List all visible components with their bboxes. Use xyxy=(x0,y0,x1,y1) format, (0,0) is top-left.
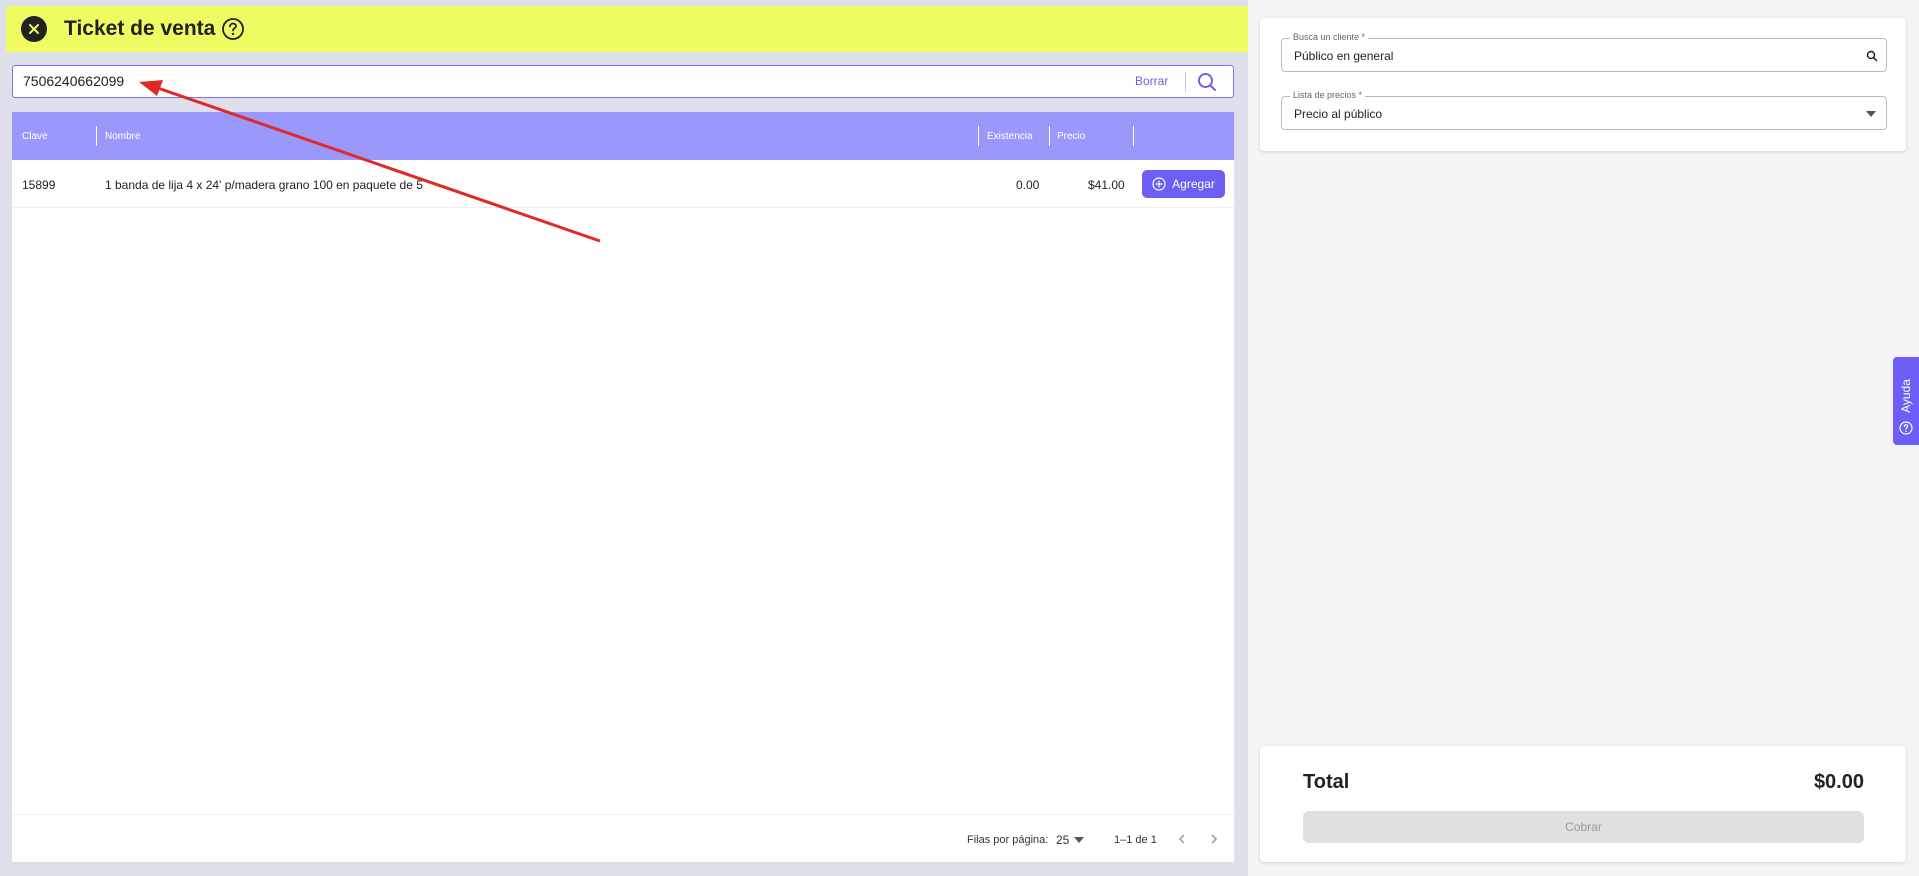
chevron-down-icon[interactable] xyxy=(1866,111,1876,117)
charge-button[interactable]: Cobrar xyxy=(1303,811,1864,843)
customer-form: Busca un cliente * Público en general Li… xyxy=(1260,18,1906,151)
plus-circle-icon xyxy=(1152,177,1166,191)
row-price: $41.00 xyxy=(1088,178,1125,192)
price-list-value: Precio al público xyxy=(1294,107,1383,121)
help-tab-label: Ayuda xyxy=(1899,379,1913,413)
close-icon[interactable] xyxy=(21,16,47,42)
column-divider xyxy=(1049,126,1050,146)
product-search-input[interactable] xyxy=(23,73,883,89)
customer-search-label: Busca un cliente * xyxy=(1290,32,1369,42)
price-list-select[interactable]: Lista de precios * Precio al público xyxy=(1281,90,1887,130)
search-icon[interactable] xyxy=(1866,50,1878,62)
header-bar: Ticket de venta xyxy=(6,6,1248,52)
total-card: Total $0.00 Cobrar xyxy=(1260,746,1906,862)
total-label: Total xyxy=(1303,771,1350,793)
chevron-right-icon[interactable] xyxy=(1208,833,1220,845)
column-divider xyxy=(1133,126,1134,146)
table-row: 15899 1 banda de lija 4 x 24' p/madera g… xyxy=(12,160,1234,208)
products-table: Clave Nombre Existencia Precio 15899 1 b… xyxy=(12,112,1234,862)
table-header: Clave Nombre Existencia Precio xyxy=(12,112,1234,160)
chevron-down-icon[interactable] xyxy=(1074,837,1084,843)
row-key: 15899 xyxy=(22,178,56,192)
row-stock: 0.00 xyxy=(1016,178,1040,192)
table-pagination: Filas por página: 25 1–1 de 1 xyxy=(12,814,1234,862)
sale-panel: Ticket de venta Borrar Clave Nombre Exis… xyxy=(0,0,1248,876)
customer-search-field[interactable]: Busca un cliente * Público en general xyxy=(1281,32,1887,72)
search-icon[interactable] xyxy=(1196,71,1218,93)
clear-button[interactable]: Borrar xyxy=(1135,74,1168,88)
price-list-label: Lista de precios * xyxy=(1290,90,1366,100)
customer-panel: Busca un cliente * Público en general Li… xyxy=(1248,0,1919,876)
total-value: $0.00 xyxy=(1813,771,1864,793)
rows-per-page-label: Filas por página: xyxy=(967,834,1049,846)
rows-per-page-select[interactable]: 25 xyxy=(1056,833,1069,847)
column-divider xyxy=(978,126,979,146)
chevron-left-icon[interactable] xyxy=(1176,833,1188,845)
customer-search-value: Público en general xyxy=(1294,49,1394,63)
column-stock[interactable]: Existencia xyxy=(987,131,1033,142)
help-tab[interactable]: Ayuda xyxy=(1893,357,1919,445)
column-divider xyxy=(96,126,97,146)
search-divider xyxy=(1185,72,1186,92)
add-button[interactable]: Agregar xyxy=(1142,170,1225,198)
row-name: 1 banda de lija 4 x 24' p/madera grano 1… xyxy=(105,178,423,192)
column-price[interactable]: Precio xyxy=(1057,131,1085,142)
help-icon[interactable] xyxy=(221,17,245,41)
page-range: 1–1 de 1 xyxy=(1114,834,1157,846)
column-key[interactable]: Clave xyxy=(22,131,48,142)
column-name[interactable]: Nombre xyxy=(105,131,141,142)
page-title: Ticket de venta xyxy=(64,17,216,40)
add-button-label: Agregar xyxy=(1172,177,1215,191)
product-search-bar: Borrar xyxy=(12,65,1234,98)
help-icon xyxy=(1899,421,1913,435)
